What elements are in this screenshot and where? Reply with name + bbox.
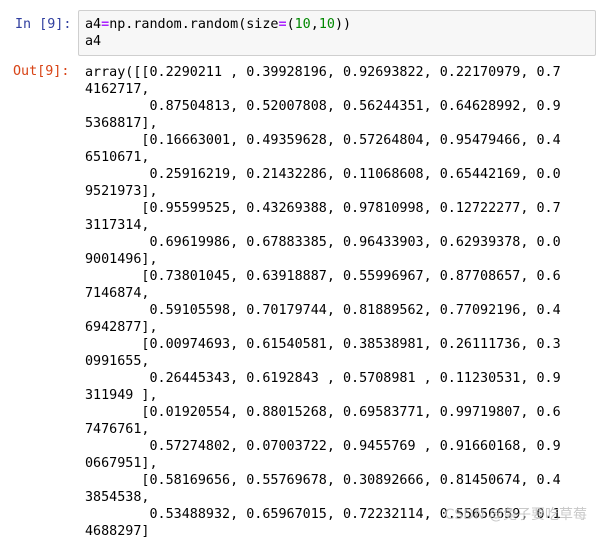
output-line: [0.95599525, 0.43269388, 0.97810998, 0.1… xyxy=(85,201,561,216)
output-line: 0.69619986, 0.67883385, 0.96433903, 0.62… xyxy=(85,235,561,250)
output-line: 7146874, xyxy=(85,286,150,301)
code-text[interactable]: a4=np.random.random(size=(10,10)) a4 xyxy=(85,16,351,50)
code-num-1: 10 xyxy=(294,17,311,32)
output-line: 3117314, xyxy=(85,218,150,233)
output-line: array([[0.2290211 , 0.39928196, 0.926938… xyxy=(85,65,561,80)
watermark: CSDN @兔子要吃草莓 xyxy=(444,507,587,523)
output-text: array([[0.2290211 , 0.39928196, 0.926938… xyxy=(85,64,590,540)
output-line: 6510671, xyxy=(85,150,150,165)
input-prompt: In [9]: xyxy=(15,17,72,32)
code-kwarg: size xyxy=(246,17,279,32)
output-line: 311949 ], xyxy=(85,388,158,403)
output-line: 0667951], xyxy=(85,456,158,471)
output-line: 4688297] xyxy=(85,524,150,539)
code-assign-op: = xyxy=(101,17,110,32)
code-comma: , xyxy=(310,17,319,32)
code-tuple-open: ( xyxy=(286,17,295,32)
output-line: 9521973], xyxy=(85,184,158,199)
output-line: [0.73801045, 0.63918887, 0.55996967, 0.8… xyxy=(85,269,561,284)
output-line: [0.16663001, 0.49359628, 0.57264804, 0.9… xyxy=(85,133,561,148)
code-line-2: a4 xyxy=(85,34,102,49)
output-line: 0.59105598, 0.70179744, 0.81889562, 0.77… xyxy=(85,303,561,318)
output-line: 7476761, xyxy=(85,422,150,437)
code-close-parens: )) xyxy=(334,17,352,32)
output-line: 6942877], xyxy=(85,320,158,335)
output-line: 0.26445343, 0.6192843 , 0.5708981 , 0.11… xyxy=(85,371,561,386)
code-var: a4 xyxy=(85,17,102,32)
output-line: 4162717, xyxy=(85,82,150,97)
output-line: 0.57274802, 0.07003722, 0.9455769 , 0.91… xyxy=(85,439,561,454)
input-cell[interactable]: In [9]: a4=np.random.random(size=(10,10)… xyxy=(0,10,597,58)
output-line: 0991655, xyxy=(85,354,150,369)
output-line: 9001496], xyxy=(85,252,158,267)
output-line: 5368817], xyxy=(85,116,158,131)
code-kwarg-op: = xyxy=(278,17,287,32)
output-cell: Out[9]: array([[0.2290211 , 0.39928196, … xyxy=(0,64,597,539)
output-line: [0.58169656, 0.55769678, 0.30892666, 0.8… xyxy=(85,473,561,488)
code-input-area[interactable]: a4=np.random.random(size=(10,10)) a4 xyxy=(78,10,596,56)
output-line: [0.01920554, 0.88015268, 0.69583771, 0.9… xyxy=(85,405,561,420)
code-num-2: 10 xyxy=(318,17,335,32)
code-call: np.random.random xyxy=(109,17,239,32)
output-line: 0.25916219, 0.21432286, 0.11068608, 0.65… xyxy=(85,167,561,182)
output-line: [0.00974693, 0.61540581, 0.38538981, 0.2… xyxy=(85,337,561,352)
output-line: 0.87504813, 0.52007808, 0.56244351, 0.64… xyxy=(85,99,561,114)
output-prompt: Out[9]: xyxy=(13,64,70,79)
